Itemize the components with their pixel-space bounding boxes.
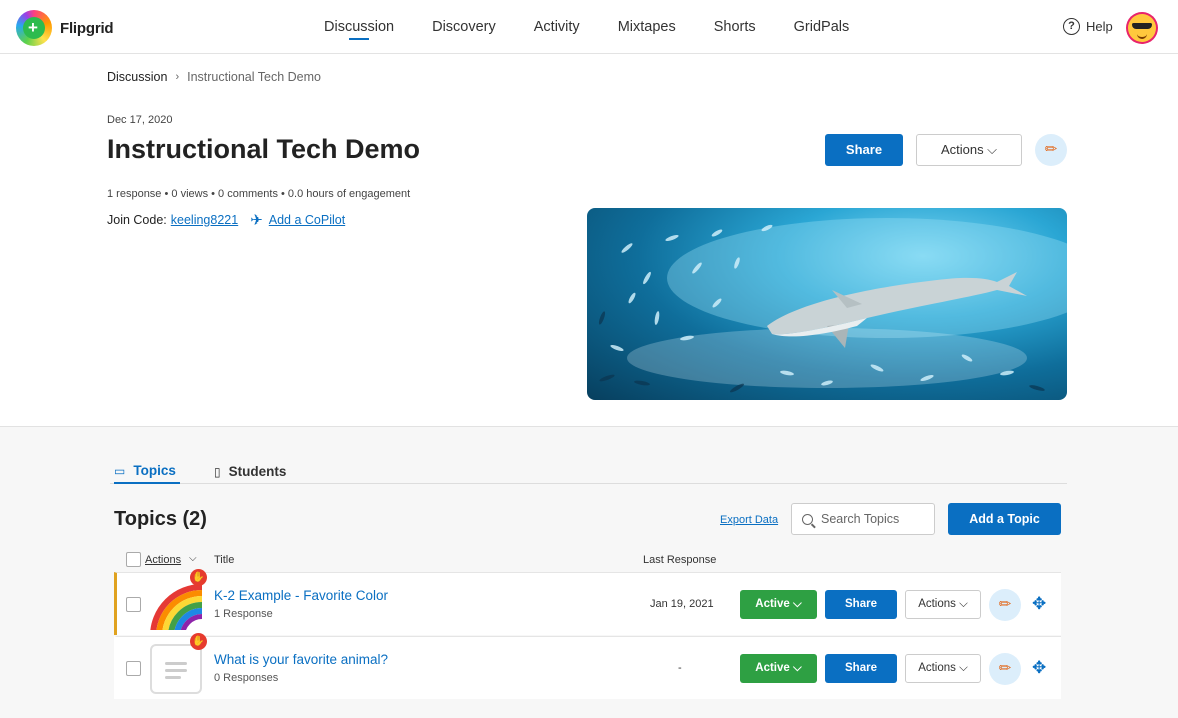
nav-gridpals[interactable]: GridPals xyxy=(775,0,869,54)
topic-title-link[interactable]: What is your favorite animal? xyxy=(214,652,388,667)
tab-students[interactable]: ▯ Students xyxy=(214,459,286,484)
add-topic-button[interactable]: Add a Topic xyxy=(948,503,1061,535)
search-topics-input[interactable] xyxy=(821,512,925,526)
topic-response-count: 0 Responses xyxy=(214,672,279,684)
export-data-link[interactable]: Export Data xyxy=(720,514,778,526)
bulk-actions-menu[interactable]: Actions xyxy=(145,554,181,566)
user-avatar[interactable] xyxy=(1126,12,1158,44)
chevron-down-icon[interactable]: ⌵ xyxy=(189,553,197,564)
status-active-dropdown[interactable]: Active ⌵ xyxy=(740,654,817,683)
help-link[interactable]: ? Help xyxy=(1063,18,1113,35)
airplane-icon: ✈ xyxy=(250,212,263,229)
topic-response-count: 1 Response xyxy=(214,608,273,620)
nav-shorts[interactable]: Shorts xyxy=(695,0,775,54)
clipboard-icon: ▯ xyxy=(214,464,221,479)
edit-pencil-icon[interactable]: ✏ xyxy=(989,653,1021,685)
share-topic-button[interactable]: Share xyxy=(825,590,897,619)
app-name: Flipgrid xyxy=(60,19,114,37)
topics-heading: Topics (2) xyxy=(114,508,207,530)
thumbnail-line xyxy=(165,676,181,679)
group-date: Dec 17, 2020 xyxy=(107,114,173,126)
thumbnail-line xyxy=(165,669,187,672)
nav-discovery[interactable]: Discovery xyxy=(413,0,515,54)
group-actions-dropdown[interactable]: Actions ⌵ xyxy=(916,134,1022,166)
topics-section: ▭ Topics ▯ Students Topics (2) Export Da… xyxy=(0,426,1178,718)
select-all-checkbox[interactable] xyxy=(126,552,141,567)
tab-bar: ▭ Topics ▯ Students xyxy=(110,457,1067,484)
breadcrumb-discussion[interactable]: Discussion xyxy=(107,70,167,84)
shark-cover-illustration xyxy=(598,218,1067,393)
join-code-row: Join Code: keeling8221 ✈ Add a CoPilot xyxy=(107,211,345,229)
group-cover-image xyxy=(587,208,1067,400)
help-label: Help xyxy=(1086,19,1113,34)
topic-title-link[interactable]: K-2 Example - Favorite Color xyxy=(214,588,388,603)
share-group-button[interactable]: Share xyxy=(825,134,903,166)
question-circle-icon: ? xyxy=(1063,18,1080,35)
nav-mixtapes[interactable]: Mixtapes xyxy=(599,0,695,54)
search-topics-field[interactable] xyxy=(791,503,935,535)
table-row: ✋ What is your favorite animal? 0 Respon… xyxy=(114,633,1061,699)
blank-topic-thumbnail[interactable] xyxy=(150,644,202,694)
tab-topics-label: Topics xyxy=(133,463,176,478)
row-checkbox[interactable] xyxy=(126,661,141,676)
tab-topics[interactable]: ▭ Topics xyxy=(114,459,180,484)
status-active-dropdown[interactable]: Active ⌵ xyxy=(740,590,817,619)
last-response-date: - xyxy=(678,662,682,674)
raised-hand-icon: ✋ xyxy=(190,633,207,650)
topics-icon: ▭ xyxy=(114,463,126,478)
column-title: Title xyxy=(214,554,235,566)
chevron-right-icon: › xyxy=(175,71,180,83)
column-last-response: Last Response xyxy=(643,554,717,566)
search-icon xyxy=(802,513,813,525)
table-header: Actions ⌵ Title Last Response xyxy=(114,551,1061,573)
sunglasses-emoji-icon xyxy=(1128,14,1156,42)
drag-move-icon[interactable]: ✥ xyxy=(1032,658,1046,678)
table-row: ✋ K-2 Example - Favorite Color 1 Respons… xyxy=(114,569,1061,635)
flipgrid-logo[interactable]: + Flipgrid xyxy=(16,10,114,46)
rainbow-thumbnail[interactable] xyxy=(150,580,202,630)
last-response-date: Jan 19, 2021 xyxy=(650,598,714,610)
main-nav: Discussion Discovery Activity Mixtapes S… xyxy=(305,0,868,54)
topic-actions-dropdown[interactable]: Actions ⌵ xyxy=(905,590,981,619)
breadcrumb: Discussion › Instructional Tech Demo xyxy=(107,70,321,84)
flipgrid-logo-icon: + xyxy=(16,10,52,46)
row-checkbox[interactable] xyxy=(126,597,141,612)
nav-discussion[interactable]: Discussion xyxy=(305,0,413,54)
share-topic-button[interactable]: Share xyxy=(825,654,897,683)
join-code-label: Join Code: xyxy=(107,213,167,227)
tab-students-label: Students xyxy=(228,464,287,479)
thumbnail-line xyxy=(165,662,187,665)
add-copilot-link[interactable]: Add a CoPilot xyxy=(269,213,345,227)
raised-hand-icon: ✋ xyxy=(190,569,207,586)
topic-actions-dropdown[interactable]: Actions ⌵ xyxy=(905,654,981,683)
page-title: Instructional Tech Demo xyxy=(107,134,421,164)
edit-pencil-icon[interactable]: ✏ xyxy=(989,589,1021,621)
nav-activity[interactable]: Activity xyxy=(515,0,599,54)
join-code-link[interactable]: keeling8221 xyxy=(171,213,238,227)
engagement-stats: 1 response • 0 views • 0 comments • 0.0 … xyxy=(107,188,411,200)
edit-pencil-icon[interactable]: ✏ xyxy=(1035,134,1067,166)
top-nav-bar: + Flipgrid Discussion Discovery Activity… xyxy=(0,0,1178,54)
drag-move-icon[interactable]: ✥ xyxy=(1032,594,1046,614)
breadcrumb-current: Instructional Tech Demo xyxy=(187,70,321,84)
